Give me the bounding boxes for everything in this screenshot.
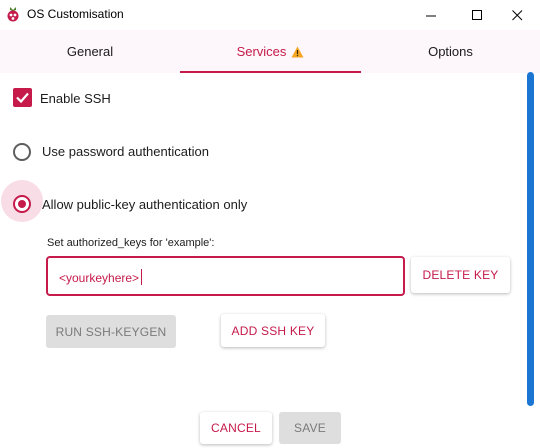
- cancel-button[interactable]: CANCEL: [200, 412, 272, 444]
- maximize-icon: [471, 9, 482, 20]
- tab-bar: General Services Options: [0, 30, 540, 73]
- tab-services-label: Services: [236, 44, 287, 59]
- minimize-button[interactable]: [408, 0, 454, 30]
- run-ssh-keygen-label: RUN SSH-KEYGEN: [55, 324, 167, 339]
- pubkey-auth-radio[interactable]: [13, 195, 31, 213]
- enable-ssh-label: Enable SSH: [40, 91, 111, 106]
- checkmark-icon: [16, 92, 29, 104]
- add-ssh-key-button[interactable]: ADD SSH KEY: [221, 314, 325, 347]
- tab-services[interactable]: Services: [180, 30, 361, 73]
- save-button[interactable]: SAVE: [279, 412, 341, 444]
- window-title: OS Customisation: [27, 7, 124, 21]
- enable-ssh-checkbox[interactable]: [13, 88, 32, 107]
- title-bar: OS Customisation: [0, 0, 540, 30]
- password-auth-label: Use password authentication: [42, 144, 209, 159]
- authorized-keys-label: Set authorized_keys for 'example':: [47, 237, 215, 249]
- scrollbar-thumb[interactable]: [527, 72, 534, 406]
- run-ssh-keygen-button[interactable]: RUN SSH-KEYGEN: [46, 315, 176, 348]
- ssh-key-input[interactable]: <yourkeyhere>: [46, 256, 405, 296]
- tab-general[interactable]: General: [0, 30, 180, 73]
- raspberry-pi-icon: [7, 7, 19, 22]
- warning-icon: [291, 46, 304, 57]
- delete-key-button[interactable]: DELETE KEY: [411, 257, 510, 293]
- ssh-key-value-wrap: <yourkeyhere>: [59, 269, 143, 285]
- close-icon: [511, 9, 522, 20]
- save-label: SAVE: [294, 421, 326, 435]
- radio-selected-dot: [18, 200, 26, 208]
- tab-options-label: Options: [428, 44, 473, 59]
- password-auth-radio[interactable]: [13, 143, 31, 161]
- close-button[interactable]: [494, 0, 540, 30]
- tab-options[interactable]: Options: [361, 30, 540, 73]
- minimize-icon: [425, 15, 436, 16]
- add-ssh-key-label: ADD SSH KEY: [231, 323, 315, 338]
- ssh-key-value: <yourkeyhere>: [59, 271, 140, 285]
- delete-key-label: DELETE KEY: [422, 268, 499, 282]
- cancel-label: CANCEL: [211, 421, 261, 435]
- active-tab-indicator: [180, 71, 361, 73]
- text-caret: [141, 269, 143, 285]
- pubkey-auth-label: Allow public-key authentication only: [42, 197, 248, 212]
- tab-general-label: General: [66, 44, 114, 59]
